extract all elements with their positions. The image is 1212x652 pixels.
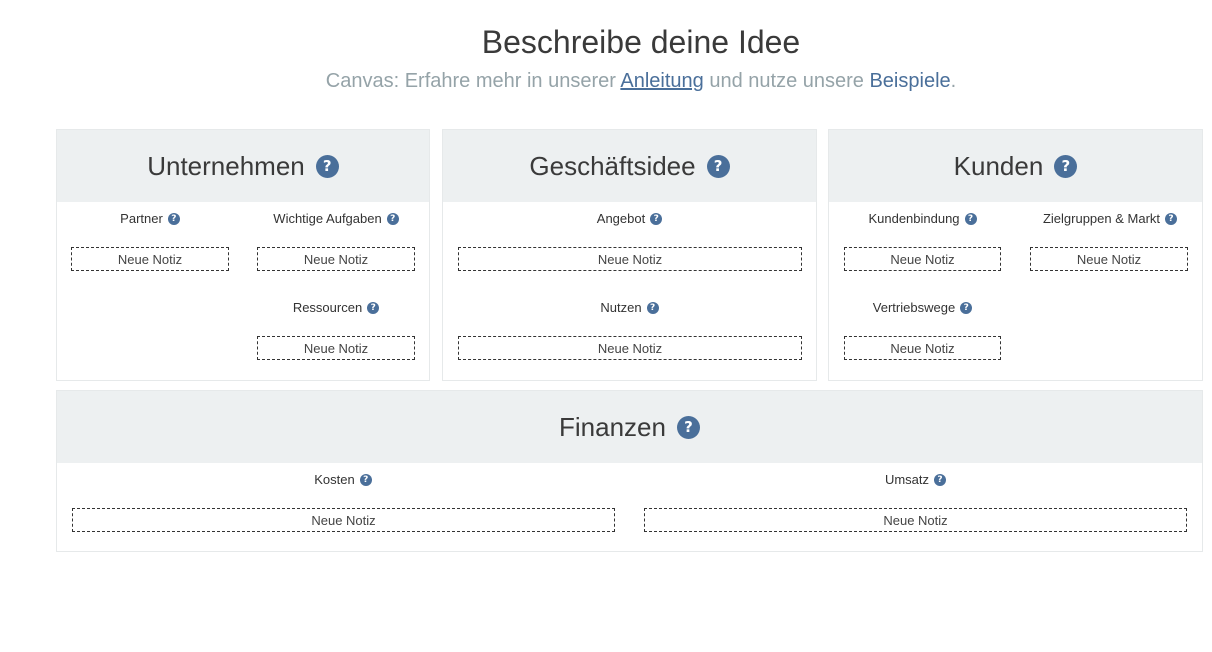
help-icon[interactable]: ? bbox=[315, 154, 339, 178]
section-label: Kundenbindung bbox=[868, 211, 960, 226]
subtitle-prefix: Canvas: Erfahre mehr in unserer bbox=[325, 70, 621, 92]
section-angebot: Angebot? bbox=[457, 210, 802, 228]
section-nutzen: Nutzen? bbox=[457, 299, 802, 317]
panel-header-finanzen: Finanzen ? bbox=[57, 391, 1202, 463]
panel-header-kunden: Kunden ? bbox=[829, 130, 1202, 202]
page-header: Beschreibe deine Idee Canvas: Erfahre me… bbox=[0, 20, 1212, 98]
section-umsatz: Umsatz? bbox=[644, 471, 1187, 489]
help-icon[interactable]: ? bbox=[367, 301, 380, 314]
section-zielgruppen-markt: Zielgruppen & Markt? bbox=[1025, 210, 1195, 228]
panel-title-kunden: Kunden bbox=[953, 150, 1044, 181]
help-icon[interactable]: ? bbox=[960, 301, 973, 314]
help-icon[interactable]: ? bbox=[167, 212, 180, 225]
subtitle-middle: und nutze unsere bbox=[703, 70, 870, 92]
section-label: Partner bbox=[120, 211, 163, 226]
panel-unternehmen: Unternehmen ? Partner? Neue Notiz Wichti… bbox=[56, 129, 430, 381]
new-note-button[interactable]: Neue Notiz bbox=[72, 508, 615, 532]
panel-title-finanzen: Finanzen bbox=[559, 411, 666, 442]
help-icon[interactable]: ? bbox=[386, 212, 399, 225]
panel-header-unternehmen: Unternehmen ? bbox=[57, 130, 429, 202]
panel-geschaeftsidee: Geschäftsidee ? Angebot? Neue Notiz Nutz… bbox=[442, 129, 817, 381]
help-icon[interactable]: ? bbox=[646, 301, 659, 314]
help-icon[interactable]: ? bbox=[676, 415, 700, 439]
help-icon[interactable]: ? bbox=[650, 212, 663, 225]
section-kosten: Kosten? bbox=[72, 471, 614, 489]
new-note-button[interactable]: Neue Notiz bbox=[844, 336, 1001, 360]
help-icon[interactable]: ? bbox=[964, 212, 977, 225]
section-label: Nutzen bbox=[600, 300, 642, 315]
new-note-button[interactable]: Neue Notiz bbox=[71, 247, 229, 271]
new-note-button[interactable]: Neue Notiz bbox=[458, 336, 802, 360]
section-label: Wichtige Aufgaben bbox=[273, 211, 382, 226]
new-note-button[interactable]: Neue Notiz bbox=[257, 336, 415, 360]
guide-link[interactable]: Anleitung bbox=[620, 70, 703, 92]
section-partner: Partner? bbox=[71, 210, 229, 228]
help-icon[interactable]: ? bbox=[706, 154, 730, 178]
section-label: Kosten bbox=[314, 472, 355, 487]
panel-title-unternehmen: Unternehmen bbox=[147, 150, 305, 181]
page-subtitle: Canvas: Erfahre mehr in unserer Anleitun… bbox=[0, 64, 1212, 98]
section-vertriebswege: Vertriebswege? bbox=[844, 299, 1001, 317]
help-icon[interactable]: ? bbox=[934, 473, 947, 486]
help-icon[interactable]: ? bbox=[1054, 154, 1078, 178]
section-label: Ressourcen bbox=[292, 300, 363, 315]
section-label: Zielgruppen & Markt bbox=[1042, 211, 1161, 226]
panel-finanzen: Finanzen ? Kosten? Neue Notiz Umsatz? Ne… bbox=[56, 390, 1203, 552]
help-icon[interactable]: ? bbox=[359, 473, 372, 486]
new-note-button[interactable]: Neue Notiz bbox=[844, 247, 1001, 271]
help-icon[interactable]: ? bbox=[1165, 212, 1178, 225]
section-label: Umsatz bbox=[884, 472, 930, 487]
subtitle-suffix: . bbox=[950, 70, 957, 92]
new-note-button[interactable]: Neue Notiz bbox=[644, 508, 1187, 532]
section-ressourcen: Ressourcen? bbox=[257, 299, 415, 317]
panel-title-geschaeftsidee: Geschäftsidee bbox=[529, 150, 696, 181]
section-wichtige-aufgaben: Wichtige Aufgaben? bbox=[257, 210, 415, 228]
examples-link[interactable]: Beispiele bbox=[869, 70, 950, 92]
panel-header-geschaeftsidee: Geschäftsidee ? bbox=[443, 130, 816, 202]
section-kundenbindung: Kundenbindung? bbox=[844, 210, 1001, 228]
new-note-button[interactable]: Neue Notiz bbox=[1030, 247, 1188, 271]
new-note-button[interactable]: Neue Notiz bbox=[257, 247, 415, 271]
section-label: Vertriebswege bbox=[872, 300, 956, 315]
new-note-button[interactable]: Neue Notiz bbox=[458, 247, 802, 271]
section-label: Angebot bbox=[596, 211, 646, 226]
page-title: Beschreibe deine Idee bbox=[481, 24, 801, 60]
panel-kunden: Kunden ? Kundenbindung? Neue Notiz Zielg… bbox=[828, 129, 1203, 381]
